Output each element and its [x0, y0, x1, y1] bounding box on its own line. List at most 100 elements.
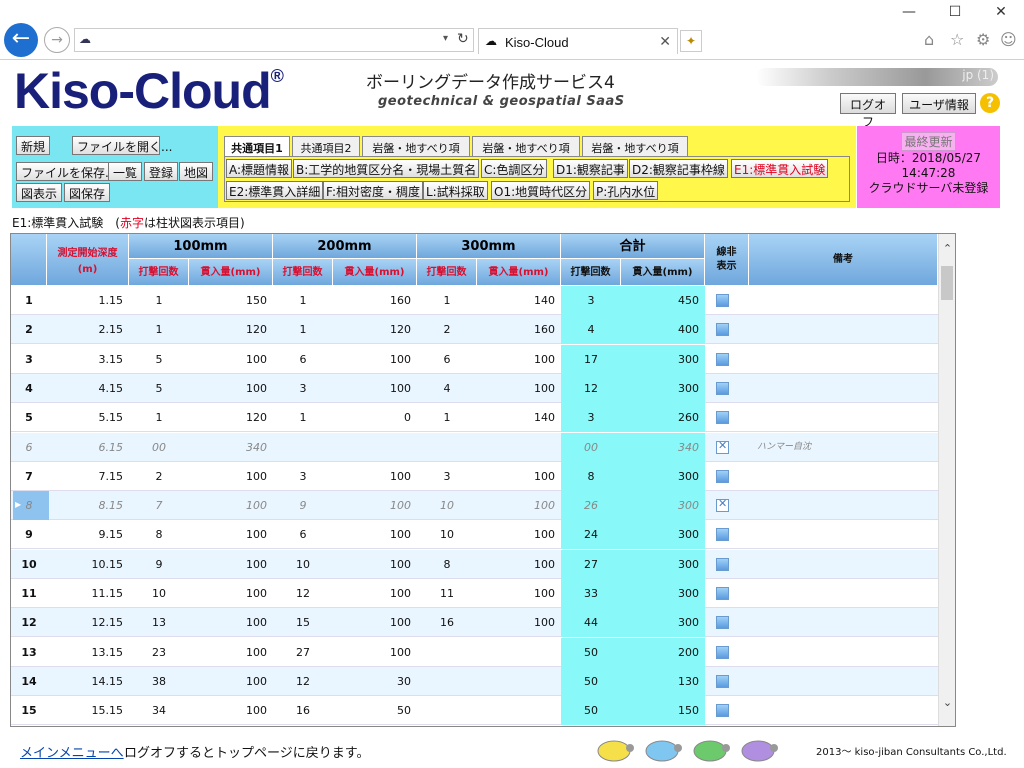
hide-checkbox[interactable]: [716, 674, 729, 688]
section-o1-button[interactable]: O1:地質時代区分: [491, 181, 591, 200]
table-row[interactable]: 7 7.15 2 100 3 100 3 100 8 300: [11, 461, 938, 491]
section-c-button[interactable]: C:色調区分: [481, 159, 548, 178]
cell-bt[interactable]: 33: [561, 579, 621, 608]
user-info-button[interactable]: ユーザ情報: [902, 93, 976, 114]
cell-p2[interactable]: 100: [333, 608, 417, 637]
cell-note[interactable]: [757, 374, 937, 403]
table-row[interactable]: 13 13.15 23 100 27 100 50 200: [11, 637, 938, 667]
cell-p2[interactable]: 120: [333, 315, 417, 344]
logout-button[interactable]: ログオフ: [840, 93, 896, 129]
cell-p3[interactable]: 100: [477, 608, 561, 637]
cell-b2[interactable]: 16: [273, 696, 333, 725]
cell-b2[interactable]: 3: [273, 374, 333, 403]
cell-p3[interactable]: [477, 696, 561, 725]
cell-pt[interactable]: 450: [621, 286, 705, 315]
cell-note[interactable]: [757, 491, 937, 520]
cell-b2[interactable]: 15: [273, 608, 333, 637]
cell-p2[interactable]: 100: [333, 491, 417, 520]
section-d2-button[interactable]: D2:観察記事枠線: [629, 159, 728, 178]
minimize-button[interactable]: —: [886, 4, 932, 20]
cell-pt[interactable]: 300: [621, 344, 705, 374]
hide-checkbox[interactable]: [716, 645, 729, 659]
hide-checkbox[interactable]: [716, 497, 729, 513]
cell-p2[interactable]: 100: [333, 550, 417, 579]
list-button[interactable]: 一覧: [108, 162, 143, 181]
back-arrow-icon[interactable]: ←: [4, 23, 38, 57]
cell-p1[interactable]: 100: [189, 520, 273, 549]
cell-pt[interactable]: 300: [621, 373, 705, 403]
cell-depth[interactable]: 13.15: [47, 638, 129, 667]
cell-b3[interactable]: 10: [417, 491, 477, 520]
cell-depth[interactable]: 14.15: [47, 667, 129, 696]
cell-b1[interactable]: 5: [129, 345, 189, 374]
cell-b2[interactable]: 1: [273, 403, 333, 432]
cell-b1[interactable]: 1: [129, 315, 189, 344]
cell-note[interactable]: [757, 667, 937, 696]
cell-note[interactable]: [757, 462, 937, 491]
cell-p2[interactable]: 100: [333, 374, 417, 403]
cell-b3[interactable]: [417, 638, 477, 667]
cell-b1[interactable]: 1: [129, 286, 189, 315]
section-f-button[interactable]: F:相対密度・稠度: [323, 181, 424, 200]
cell-note[interactable]: [757, 550, 937, 579]
cell-p1[interactable]: 100: [189, 491, 273, 520]
cell-b2[interactable]: 27: [273, 638, 333, 667]
cell-bt[interactable]: 27: [561, 549, 621, 579]
cell-b2[interactable]: 10: [273, 550, 333, 579]
cell-b1[interactable]: 34: [129, 696, 189, 725]
cell-note[interactable]: [757, 696, 937, 725]
hide-checkbox[interactable]: [716, 587, 729, 600]
table-row[interactable]: 2 2.15 1 120 1 120 2 160 4 400: [11, 315, 938, 345]
cell-b1[interactable]: 8: [129, 520, 189, 549]
hide-checkbox[interactable]: [716, 411, 729, 425]
chart-display-button[interactable]: 図表示: [16, 183, 63, 202]
cell-p2[interactable]: 100: [333, 462, 417, 491]
scroll-thumb[interactable]: [941, 266, 953, 300]
cell-p1[interactable]: 150: [189, 286, 273, 315]
favorites-star-icon[interactable]: ☆: [950, 30, 964, 49]
cell-note[interactable]: [757, 286, 937, 315]
cell-b2[interactable]: 12: [273, 667, 333, 696]
tab-close-icon[interactable]: ✕: [659, 33, 671, 50]
cell-depth[interactable]: 4.15: [47, 374, 129, 403]
cell-p3[interactable]: 100: [477, 462, 561, 491]
dropdown-icon[interactable]: ▾: [443, 33, 448, 44]
cell-depth[interactable]: 11.15: [47, 579, 129, 608]
hide-checkbox[interactable]: [716, 294, 729, 307]
cell-p3[interactable]: 160: [477, 315, 561, 344]
table-row[interactable]: ▶ 8 8.15 7 100 9 100 10 100 26 300: [11, 491, 938, 521]
cell-depth[interactable]: 2.15: [47, 315, 129, 344]
tab-rock-1[interactable]: 岩盤・地すべり項目1: [362, 136, 470, 171]
cell-note[interactable]: [757, 315, 937, 344]
cell-p2[interactable]: 100: [333, 345, 417, 374]
cell-bt[interactable]: 3: [561, 286, 621, 315]
cell-b3[interactable]: 1: [417, 286, 477, 315]
cell-b1[interactable]: 5: [129, 374, 189, 403]
cell-note[interactable]: ハンマー自沈: [757, 433, 937, 462]
cell-p1[interactable]: 100: [189, 579, 273, 608]
hide-checkbox[interactable]: [716, 557, 729, 571]
cell-b1[interactable]: 1: [129, 403, 189, 432]
section-e2-button[interactable]: E2:標準貫入詳細: [226, 181, 324, 200]
cell-p2[interactable]: 100: [333, 579, 417, 608]
cell-pt[interactable]: 300: [621, 579, 705, 608]
cell-pt[interactable]: 300: [621, 520, 705, 550]
hide-checkbox[interactable]: [716, 469, 729, 483]
cell-note[interactable]: [757, 345, 937, 374]
new-tab-icon[interactable]: ✦: [680, 30, 702, 52]
cell-b1[interactable]: 7: [129, 491, 189, 520]
vertical-scrollbar[interactable]: ⌃ ⌄: [938, 234, 955, 726]
cell-b3[interactable]: 2: [417, 315, 477, 344]
main-menu-link[interactable]: メインメニューへ: [20, 742, 124, 761]
table-row[interactable]: 14 14.15 38 100 12 30 50 130: [11, 666, 938, 696]
cell-b3[interactable]: 16: [417, 608, 477, 637]
table-row[interactable]: 15 15.15 34 100 16 50 50 150: [11, 696, 938, 726]
cell-p2[interactable]: 30: [333, 667, 417, 696]
cell-b3[interactable]: 11: [417, 579, 477, 608]
cell-p2[interactable]: 160: [333, 286, 417, 315]
cell-note[interactable]: [757, 638, 937, 667]
cell-p3[interactable]: 140: [477, 403, 561, 432]
section-b-button[interactable]: B:工学的地質区分名・現場土質名: [293, 159, 480, 178]
hide-checkbox[interactable]: [716, 704, 729, 718]
cell-p1[interactable]: 100: [189, 608, 273, 637]
